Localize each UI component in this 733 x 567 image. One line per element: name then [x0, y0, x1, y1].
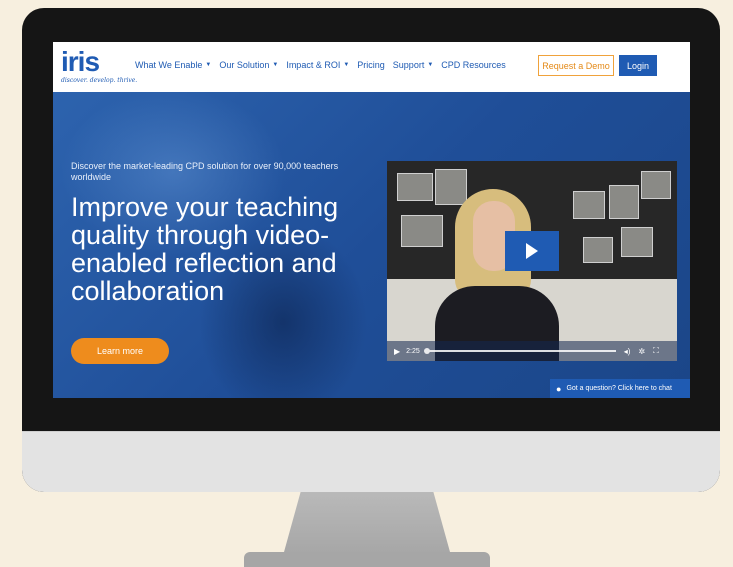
video-controls: ▶ 2:25 ◂) ✲ ⛶: [387, 341, 677, 361]
nav-pricing[interactable]: Pricing: [357, 60, 385, 70]
logo-wordmark: iris: [61, 46, 100, 77]
hero-kicker: Discover the market-leading CPD solution…: [71, 161, 339, 182]
nav-label: What We Enable: [135, 60, 203, 70]
wall-photo: [397, 173, 433, 201]
gear-icon[interactable]: ✲: [638, 347, 645, 356]
wall-photo: [583, 237, 613, 263]
top-navbar: iris discover. develop. thrive. What We …: [53, 42, 690, 92]
wall-photo: [573, 191, 605, 219]
chat-label: Got a question? Click here to chat: [566, 385, 672, 392]
monitor-chin: [22, 431, 720, 492]
main-nav: What We Enable ▼ Our Solution ▼ Impact &…: [135, 60, 506, 70]
caret-down-icon: ▼: [427, 62, 434, 68]
wall-photo: [609, 185, 639, 219]
nav-our-solution[interactable]: Our Solution ▼: [219, 60, 278, 70]
wall-photo: [401, 215, 443, 247]
nav-label: CPD Resources: [441, 60, 506, 70]
nav-label: Impact & ROI: [286, 60, 341, 70]
nav-label: Pricing: [357, 60, 385, 70]
logo-tagline: discover. develop. thrive.: [61, 77, 138, 84]
caret-down-icon: ▼: [343, 62, 350, 68]
fullscreen-icon[interactable]: ⛶: [653, 346, 659, 356]
video-player[interactable]: ▶ 2:25 ◂) ✲ ⛶: [387, 161, 677, 361]
login-button[interactable]: Login: [619, 55, 657, 76]
monitor-stand: [284, 492, 450, 552]
play-icon: [526, 243, 538, 259]
wall-photo: [621, 227, 653, 257]
caret-down-icon: ▼: [272, 62, 279, 68]
iris-logo[interactable]: iris discover. develop. thrive.: [61, 46, 138, 85]
wall-photo: [641, 171, 671, 199]
nav-support[interactable]: Support ▼: [393, 60, 433, 70]
nav-cpd-resources[interactable]: CPD Resources: [441, 60, 506, 70]
nav-what-we-enable[interactable]: What We Enable ▼: [135, 60, 211, 70]
video-time: 2:25: [406, 347, 420, 355]
monitor-stand-base: [244, 552, 490, 567]
nav-label: Our Solution: [219, 60, 270, 70]
volume-icon[interactable]: ◂): [624, 347, 631, 356]
wall-photo: [435, 169, 467, 205]
nav-impact-roi[interactable]: Impact & ROI ▼: [286, 60, 349, 70]
nav-label: Support: [392, 60, 425, 70]
video-play-button[interactable]: [505, 231, 559, 271]
request-demo-button[interactable]: Request a Demo: [538, 55, 614, 76]
play-icon[interactable]: ▶: [394, 347, 400, 356]
hero-title: Improve your teaching quality through vi…: [71, 192, 339, 306]
caret-down-icon: ▼: [205, 62, 212, 68]
video-progress-knob[interactable]: [423, 348, 430, 354]
chat-bubble-icon: ●: [556, 383, 562, 394]
website-screen: iris discover. develop. thrive. What We …: [53, 42, 690, 398]
video-progress-track[interactable]: [423, 348, 616, 354]
chat-widget[interactable]: ● Got a question? Click here to chat: [550, 379, 690, 398]
learn-more-button[interactable]: Learn more: [71, 338, 169, 364]
